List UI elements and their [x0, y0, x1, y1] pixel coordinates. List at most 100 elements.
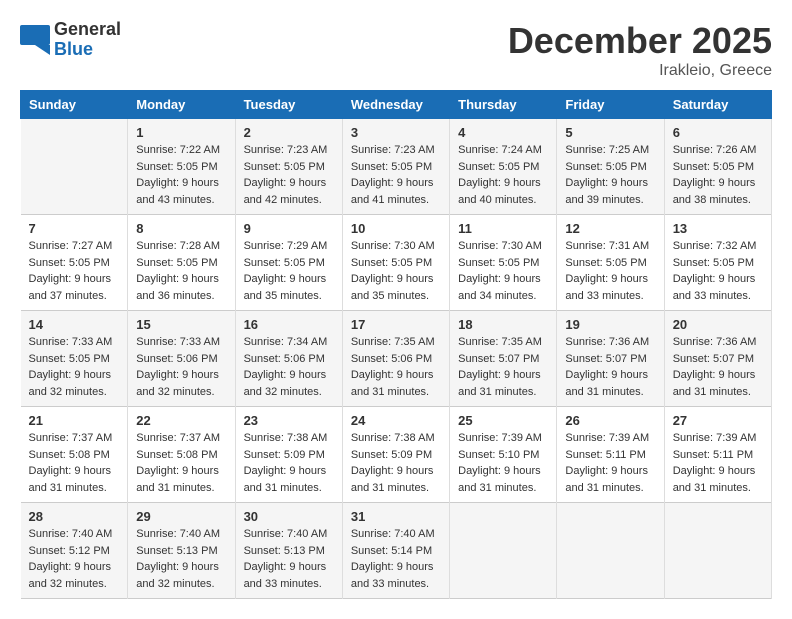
day-number: 5 [565, 125, 655, 140]
day-number: 30 [244, 509, 334, 524]
day-cell: 25 Sunrise: 7:39 AMSunset: 5:10 PMDaylig… [450, 407, 557, 503]
day-info: Sunrise: 7:30 AMSunset: 5:05 PMDaylight:… [351, 238, 441, 304]
day-number: 17 [351, 317, 441, 332]
day-number: 10 [351, 221, 441, 236]
col-saturday: Saturday [664, 91, 771, 119]
day-info: Sunrise: 7:38 AMSunset: 5:09 PMDaylight:… [244, 430, 334, 496]
day-cell: 23 Sunrise: 7:38 AMSunset: 5:09 PMDaylig… [235, 407, 342, 503]
week-row-1: 7 Sunrise: 7:27 AMSunset: 5:05 PMDayligh… [21, 215, 772, 311]
col-thursday: Thursday [450, 91, 557, 119]
logo: General Blue [20, 20, 121, 60]
calendar-header: Sunday Monday Tuesday Wednesday Thursday… [21, 91, 772, 119]
col-sunday: Sunday [21, 91, 128, 119]
day-cell: 29 Sunrise: 7:40 AMSunset: 5:13 PMDaylig… [128, 503, 235, 599]
day-cell: 26 Sunrise: 7:39 AMSunset: 5:11 PMDaylig… [557, 407, 664, 503]
title-block: December 2025 Irakleio, Greece [508, 20, 772, 80]
day-number: 7 [29, 221, 120, 236]
day-number: 1 [136, 125, 226, 140]
day-info: Sunrise: 7:34 AMSunset: 5:06 PMDaylight:… [244, 334, 334, 400]
day-number: 23 [244, 413, 334, 428]
day-cell: 1 Sunrise: 7:22 AMSunset: 5:05 PMDayligh… [128, 119, 235, 215]
week-row-3: 21 Sunrise: 7:37 AMSunset: 5:08 PMDaylig… [21, 407, 772, 503]
day-info: Sunrise: 7:29 AMSunset: 5:05 PMDaylight:… [244, 238, 334, 304]
day-number: 20 [673, 317, 763, 332]
day-cell: 10 Sunrise: 7:30 AMSunset: 5:05 PMDaylig… [342, 215, 449, 311]
day-info: Sunrise: 7:24 AMSunset: 5:05 PMDaylight:… [458, 142, 548, 208]
day-cell: 11 Sunrise: 7:30 AMSunset: 5:05 PMDaylig… [450, 215, 557, 311]
day-cell: 22 Sunrise: 7:37 AMSunset: 5:08 PMDaylig… [128, 407, 235, 503]
day-info: Sunrise: 7:35 AMSunset: 5:06 PMDaylight:… [351, 334, 441, 400]
day-cell: 18 Sunrise: 7:35 AMSunset: 5:07 PMDaylig… [450, 311, 557, 407]
day-cell: 16 Sunrise: 7:34 AMSunset: 5:06 PMDaylig… [235, 311, 342, 407]
col-tuesday: Tuesday [235, 91, 342, 119]
day-cell: 14 Sunrise: 7:33 AMSunset: 5:05 PMDaylig… [21, 311, 128, 407]
day-cell [557, 503, 664, 599]
day-cell: 2 Sunrise: 7:23 AMSunset: 5:05 PMDayligh… [235, 119, 342, 215]
day-cell [450, 503, 557, 599]
week-row-0: 1 Sunrise: 7:22 AMSunset: 5:05 PMDayligh… [21, 119, 772, 215]
day-info: Sunrise: 7:37 AMSunset: 5:08 PMDaylight:… [29, 430, 120, 496]
location-subtitle: Irakleio, Greece [508, 62, 772, 80]
day-number: 8 [136, 221, 226, 236]
day-number: 31 [351, 509, 441, 524]
day-info: Sunrise: 7:36 AMSunset: 5:07 PMDaylight:… [673, 334, 763, 400]
day-info: Sunrise: 7:40 AMSunset: 5:12 PMDaylight:… [29, 526, 120, 592]
day-cell [21, 119, 128, 215]
month-title: December 2025 [508, 20, 772, 62]
day-info: Sunrise: 7:31 AMSunset: 5:05 PMDaylight:… [565, 238, 655, 304]
day-info: Sunrise: 7:30 AMSunset: 5:05 PMDaylight:… [458, 238, 548, 304]
day-number: 13 [673, 221, 763, 236]
day-number: 19 [565, 317, 655, 332]
day-info: Sunrise: 7:28 AMSunset: 5:05 PMDaylight:… [136, 238, 226, 304]
day-number: 25 [458, 413, 548, 428]
week-row-4: 28 Sunrise: 7:40 AMSunset: 5:12 PMDaylig… [21, 503, 772, 599]
day-info: Sunrise: 7:39 AMSunset: 5:11 PMDaylight:… [565, 430, 655, 496]
day-cell: 21 Sunrise: 7:37 AMSunset: 5:08 PMDaylig… [21, 407, 128, 503]
day-number: 9 [244, 221, 334, 236]
day-cell: 15 Sunrise: 7:33 AMSunset: 5:06 PMDaylig… [128, 311, 235, 407]
day-cell: 6 Sunrise: 7:26 AMSunset: 5:05 PMDayligh… [664, 119, 771, 215]
day-cell: 27 Sunrise: 7:39 AMSunset: 5:11 PMDaylig… [664, 407, 771, 503]
day-cell: 5 Sunrise: 7:25 AMSunset: 5:05 PMDayligh… [557, 119, 664, 215]
day-number: 11 [458, 221, 548, 236]
day-info: Sunrise: 7:27 AMSunset: 5:05 PMDaylight:… [29, 238, 120, 304]
day-number: 29 [136, 509, 226, 524]
header-row: Sunday Monday Tuesday Wednesday Thursday… [21, 91, 772, 119]
day-info: Sunrise: 7:40 AMSunset: 5:14 PMDaylight:… [351, 526, 441, 592]
day-info: Sunrise: 7:23 AMSunset: 5:05 PMDaylight:… [244, 142, 334, 208]
day-number: 21 [29, 413, 120, 428]
day-number: 3 [351, 125, 441, 140]
logo-blue: Blue [54, 40, 121, 60]
day-info: Sunrise: 7:39 AMSunset: 5:10 PMDaylight:… [458, 430, 548, 496]
day-cell: 8 Sunrise: 7:28 AMSunset: 5:05 PMDayligh… [128, 215, 235, 311]
day-info: Sunrise: 7:37 AMSunset: 5:08 PMDaylight:… [136, 430, 226, 496]
day-number: 16 [244, 317, 334, 332]
day-cell: 4 Sunrise: 7:24 AMSunset: 5:05 PMDayligh… [450, 119, 557, 215]
day-cell: 24 Sunrise: 7:38 AMSunset: 5:09 PMDaylig… [342, 407, 449, 503]
col-friday: Friday [557, 91, 664, 119]
day-cell: 3 Sunrise: 7:23 AMSunset: 5:05 PMDayligh… [342, 119, 449, 215]
day-cell: 31 Sunrise: 7:40 AMSunset: 5:14 PMDaylig… [342, 503, 449, 599]
day-number: 12 [565, 221, 655, 236]
day-number: 18 [458, 317, 548, 332]
day-cell: 7 Sunrise: 7:27 AMSunset: 5:05 PMDayligh… [21, 215, 128, 311]
day-number: 22 [136, 413, 226, 428]
day-number: 15 [136, 317, 226, 332]
day-cell: 9 Sunrise: 7:29 AMSunset: 5:05 PMDayligh… [235, 215, 342, 311]
day-number: 24 [351, 413, 441, 428]
day-cell: 12 Sunrise: 7:31 AMSunset: 5:05 PMDaylig… [557, 215, 664, 311]
day-info: Sunrise: 7:33 AMSunset: 5:06 PMDaylight:… [136, 334, 226, 400]
calendar-table: Sunday Monday Tuesday Wednesday Thursday… [20, 90, 772, 599]
day-info: Sunrise: 7:26 AMSunset: 5:05 PMDaylight:… [673, 142, 763, 208]
day-cell: 20 Sunrise: 7:36 AMSunset: 5:07 PMDaylig… [664, 311, 771, 407]
day-info: Sunrise: 7:36 AMSunset: 5:07 PMDaylight:… [565, 334, 655, 400]
day-number: 4 [458, 125, 548, 140]
col-wednesday: Wednesday [342, 91, 449, 119]
day-info: Sunrise: 7:39 AMSunset: 5:11 PMDaylight:… [673, 430, 763, 496]
day-cell: 13 Sunrise: 7:32 AMSunset: 5:05 PMDaylig… [664, 215, 771, 311]
logo-icon [20, 25, 50, 55]
calendar-body: 1 Sunrise: 7:22 AMSunset: 5:05 PMDayligh… [21, 119, 772, 599]
day-info: Sunrise: 7:23 AMSunset: 5:05 PMDaylight:… [351, 142, 441, 208]
day-info: Sunrise: 7:25 AMSunset: 5:05 PMDaylight:… [565, 142, 655, 208]
week-row-2: 14 Sunrise: 7:33 AMSunset: 5:05 PMDaylig… [21, 311, 772, 407]
